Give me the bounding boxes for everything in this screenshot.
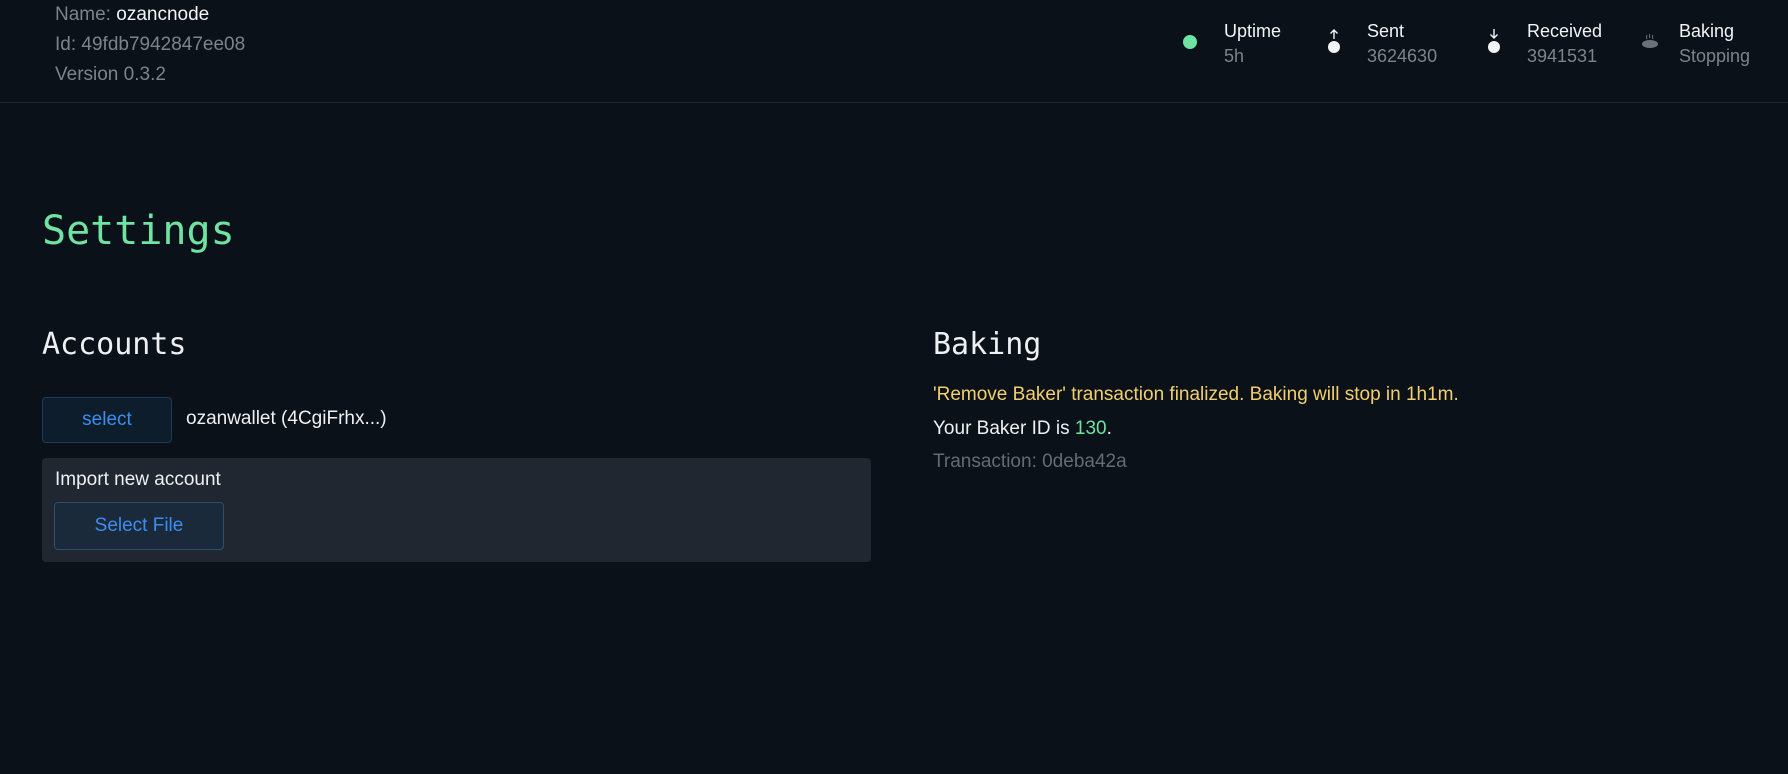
sent-value: 3624630 [1367,46,1438,66]
node-name-row: Name: ozancnode [55,0,245,30]
node-name-label: Name: [55,4,111,25]
received-label: Received [1527,21,1603,41]
received-value: 3941531 [1527,46,1598,66]
wallet-name: ozanwallet (4CgiFrhx...) [186,408,387,429]
baking-label: Baking [1679,21,1735,41]
top-bar: Name: ozancnode Id: 49fdb7942847ee08 Ver… [0,0,1788,103]
node-id-label: Id: [55,34,77,55]
baker-id-prefix: Your Baker ID is [933,418,1075,439]
arrow-down-icon [1487,27,1501,58]
baker-id-line: Your Baker ID is 130. [933,418,1112,440]
sent-label: Sent [1367,21,1405,41]
status-dot-icon [1183,35,1197,49]
node-info: Name: ozancnode Id: 49fdb7942847ee08 Ver… [55,0,245,90]
node-id-value: 49fdb7942847ee08 [81,34,246,55]
baker-id-suffix: . [1106,418,1112,439]
transaction-hash: Transaction: 0deba42a [933,451,1127,472]
baker-id-value: 130 [1074,418,1107,439]
accounts-title: Accounts [42,327,187,362]
select-account-button[interactable]: select [42,397,172,443]
import-account-label: Import new account [55,469,221,490]
uptime-label: Uptime [1224,21,1282,41]
baking-title: Baking [933,327,1042,362]
baking-status-message: 'Remove Baker' transaction finalized. Ba… [933,384,1459,405]
bread-icon [1641,33,1659,54]
select-file-button[interactable]: Select File [54,502,224,550]
arrow-up-icon [1327,27,1341,58]
import-account-panel: Import new account Select File [42,458,871,562]
uptime-value: 5h [1224,46,1245,66]
node-id-row: Id: 49fdb7942847ee08 [55,30,245,60]
node-version: Version 0.3.2 [55,64,166,85]
baking-value: Stopping [1679,46,1751,66]
node-name-value: ozancnode [116,4,210,25]
page-title: Settings [42,208,235,254]
